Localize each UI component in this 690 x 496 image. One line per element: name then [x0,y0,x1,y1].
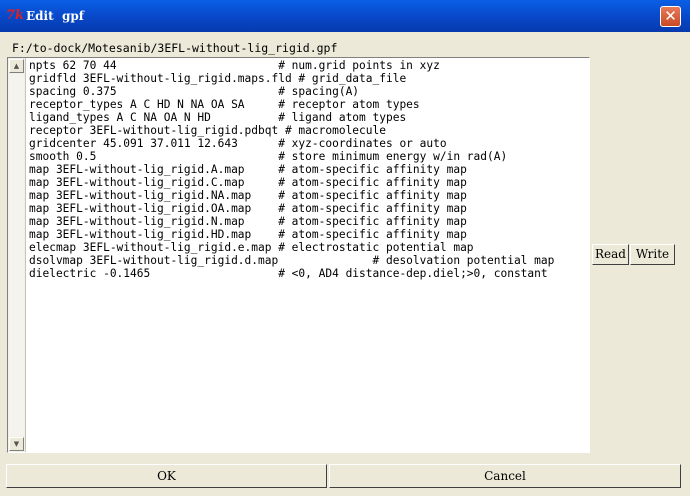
scroll-track[interactable] [9,74,24,436]
file-path-label: F:/to-dock/Motesanib/3EFL-without-lig_ri… [12,41,338,55]
window-title: Edit gpf [26,9,84,23]
cancel-button[interactable]: Cancel [329,464,681,488]
close-icon: ✕ [664,7,677,25]
scroll-down-button[interactable]: ▼ [9,437,24,451]
text-editor[interactable]: ▲ ▼ npts 62 70 44 # num.grid points in x… [7,57,590,453]
gpf-file-content[interactable]: npts 62 70 44 # num.grid points in xyz g… [29,59,587,449]
tk-icon: 7k [6,8,25,23]
read-button[interactable]: Read [592,244,629,265]
scroll-up-button[interactable]: ▲ [9,59,24,73]
ok-button[interactable]: OK [6,464,327,488]
write-button[interactable]: Write [630,244,675,265]
title-bar[interactable]: 7k Edit gpf ✕ [0,0,690,32]
arrow-up-icon: ▲ [13,62,20,70]
close-button[interactable]: ✕ [660,6,681,27]
arrow-down-icon: ▼ [13,440,20,448]
vertical-scrollbar[interactable]: ▲ ▼ [8,58,26,452]
edit-gpf-window: 7k Edit gpf ✕ F:/to-dock/Motesanib/3EFL-… [0,0,690,496]
